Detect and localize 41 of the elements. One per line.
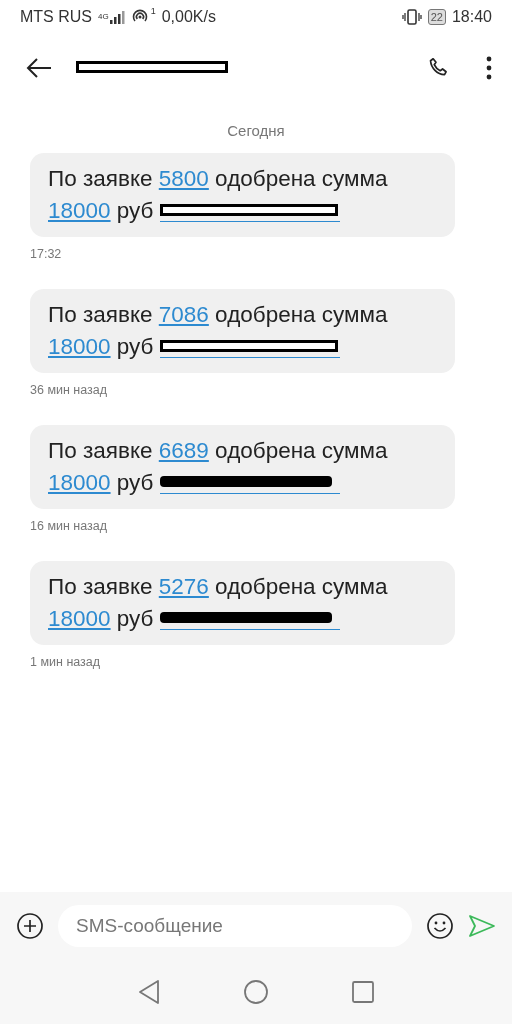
clock: 18:40 <box>451 8 492 26</box>
carrier-name: MTS RUS <box>20 8 92 26</box>
message-input[interactable]: SMS-сообщение <box>58 905 412 947</box>
message-text: руб <box>116 198 154 223</box>
back-button[interactable] <box>26 57 52 79</box>
message-text: По заявке <box>48 302 153 327</box>
message-text: По заявке <box>48 166 153 191</box>
message-time: 36 мин назад <box>30 383 109 397</box>
number-link[interactable]: 18000 <box>48 470 111 495</box>
number-link[interactable]: 6689 <box>158 438 209 463</box>
add-button[interactable] <box>16 912 44 940</box>
message-text: одобрена сумма <box>215 574 388 599</box>
message-text: одобрена сумма <box>215 166 388 191</box>
message-text: По заявке <box>48 438 153 463</box>
battery-level: 22 <box>427 9 446 25</box>
number-link[interactable]: 18000 <box>48 606 111 631</box>
message-text: руб <box>116 606 154 631</box>
network-speed: 0,00K/s <box>161 8 216 26</box>
number-link[interactable]: 5276 <box>158 574 209 599</box>
message-text: одобрена сумма <box>215 302 388 327</box>
emoji-button[interactable] <box>426 912 454 940</box>
date-divider: Сегодня <box>226 122 286 139</box>
vibrate-icon <box>401 9 422 25</box>
recents-button[interactable] <box>351 980 375 1004</box>
back-nav-button[interactable] <box>137 979 161 1005</box>
message-time: 16 мин назад <box>30 519 109 533</box>
message-text: По заявке <box>48 574 153 599</box>
more-button[interactable] <box>486 56 492 80</box>
message-time: 17:32 <box>30 247 63 261</box>
message-text: руб <box>116 334 154 359</box>
number-link[interactable]: 18000 <box>48 198 111 223</box>
hotspot-count: 1 <box>150 6 156 16</box>
number-link[interactable]: 18000 <box>48 334 111 359</box>
home-button[interactable] <box>243 979 269 1005</box>
network-type: 4G <box>98 13 109 21</box>
signal-icon <box>108 10 125 24</box>
message-time: 1 мин назад <box>30 655 102 669</box>
message-text: одобрена сумма <box>215 438 388 463</box>
number-link[interactable]: 7086 <box>158 302 209 327</box>
message-text: руб <box>116 470 154 495</box>
number-link[interactable]: 5800 <box>158 166 209 191</box>
